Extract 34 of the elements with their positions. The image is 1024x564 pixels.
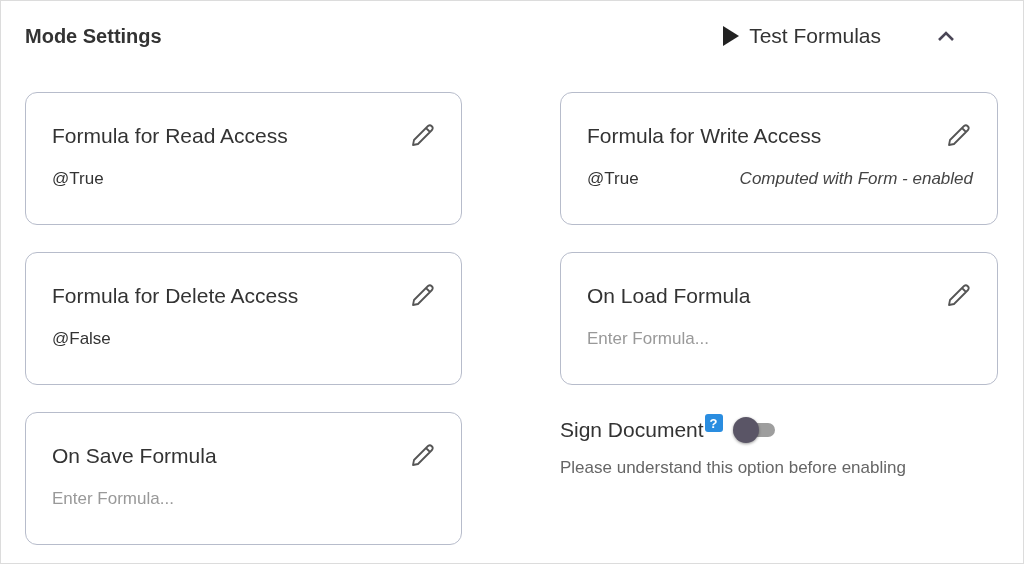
- card-title: On Save Formula: [52, 444, 217, 468]
- computed-note: Computed with Form - enabled: [739, 169, 973, 189]
- formula-placeholder: Enter Formula...: [52, 489, 174, 509]
- edit-button[interactable]: [945, 123, 971, 149]
- card-title: On Load Formula: [587, 284, 751, 308]
- edit-button[interactable]: [409, 123, 435, 149]
- test-formulas-button[interactable]: Test Formulas: [722, 24, 881, 48]
- help-badge[interactable]: ?: [704, 414, 723, 432]
- edit-button[interactable]: [945, 283, 971, 309]
- formula-card[interactable]: Formula for Delete Access @False: [25, 252, 462, 385]
- formula-card[interactable]: On Load Formula Enter Formula...: [560, 252, 998, 385]
- pencil-icon: [409, 443, 435, 469]
- section-title: Mode Settings: [25, 24, 163, 48]
- pencil-icon: [409, 283, 435, 309]
- formula-value: @False: [52, 329, 111, 349]
- pencil-icon: [945, 123, 971, 149]
- card-title: Formula for Write Access: [587, 124, 822, 148]
- play-icon: [722, 25, 741, 47]
- formula-card[interactable]: Formula for Write Access @True Computed with Form - enabled: [560, 92, 998, 225]
- card-title: Formula for Delete Access: [52, 284, 299, 308]
- pencil-icon: [945, 283, 971, 309]
- edit-button[interactable]: [409, 283, 435, 309]
- edit-button[interactable]: [409, 443, 435, 469]
- formula-placeholder: Enter Formula...: [587, 329, 709, 349]
- collapse-button[interactable]: [937, 29, 955, 43]
- toggle-label: Sign Document: [560, 418, 704, 442]
- formula-card[interactable]: Formula for Read Access @True: [25, 92, 462, 225]
- formula-value: @True: [587, 169, 639, 189]
- chevron-up-icon: [937, 29, 955, 43]
- card-title: Formula for Read Access: [52, 124, 288, 148]
- formula-value: @True: [52, 169, 104, 189]
- formula-card[interactable]: On Save Formula Enter Formula...: [25, 412, 462, 545]
- hint-text: Please understand this option before enabling: [560, 458, 907, 478]
- pencil-icon: [409, 123, 435, 149]
